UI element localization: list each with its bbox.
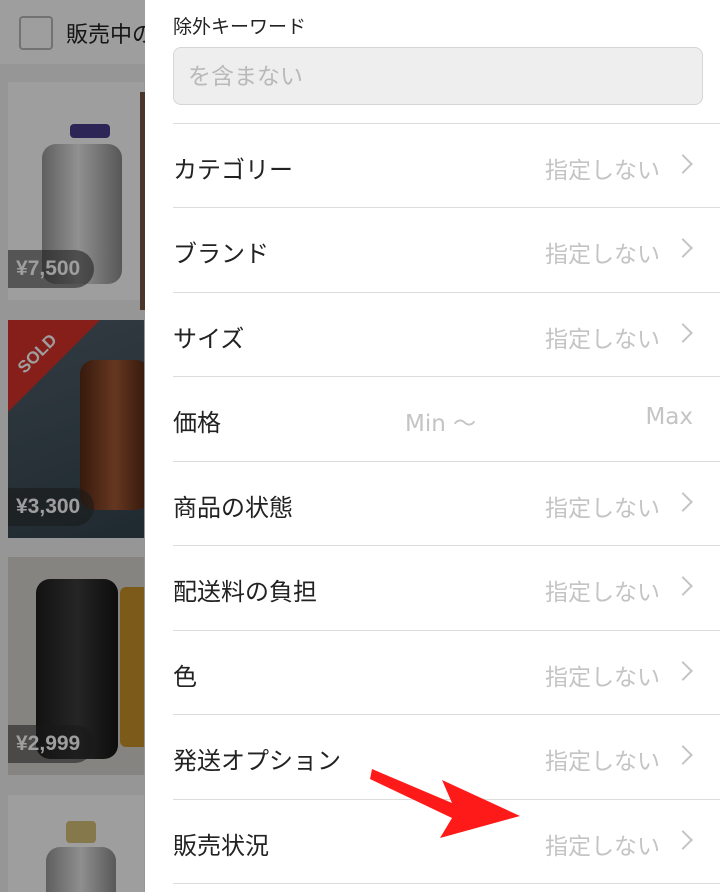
filter-row-label: 配送料の負担 bbox=[173, 578, 317, 606]
filter-row-label: 販売状況 bbox=[173, 832, 269, 860]
filter-row-label: カテゴリー bbox=[173, 156, 293, 184]
chevron-right-icon bbox=[673, 830, 693, 850]
exclude-keyword-input[interactable] bbox=[173, 47, 703, 105]
filter-row-label: サイズ bbox=[173, 325, 245, 353]
chevron-right-icon bbox=[673, 492, 693, 512]
chevron-right-icon bbox=[673, 661, 693, 681]
exclude-keyword-label: 除外キーワード bbox=[173, 16, 307, 38]
filter-row-value: 指定しない bbox=[545, 242, 660, 268]
filter-row-condition[interactable]: 商品の状態 指定しない bbox=[173, 461, 720, 545]
chevron-right-icon bbox=[673, 238, 693, 258]
filter-row-label: 色 bbox=[173, 663, 197, 691]
filter-row-label: 発送オプション bbox=[173, 747, 341, 775]
filter-row-value: 指定しない bbox=[545, 749, 660, 775]
filter-row-value: 指定しない bbox=[545, 834, 660, 860]
filter-panel: 除外キーワード カテゴリー 指定しない ブランド 指定しない サイズ 指定しない… bbox=[145, 0, 720, 892]
filter-row-brand[interactable]: ブランド 指定しない bbox=[173, 207, 720, 291]
filter-row-shipping-fee[interactable]: 配送料の負担 指定しない bbox=[173, 545, 720, 629]
filter-row-value: 指定しない bbox=[545, 158, 660, 184]
filter-row-shipping-option[interactable]: 発送オプション 指定しない bbox=[173, 714, 720, 798]
filter-row-label: 価格 bbox=[173, 409, 221, 437]
chevron-right-icon bbox=[673, 745, 693, 765]
filter-row-value: 指定しない bbox=[545, 580, 660, 606]
filter-row-divider bbox=[173, 883, 720, 892]
filter-row-sales-status[interactable]: 販売状況 指定しない bbox=[173, 799, 720, 883]
filter-row-label: ブランド bbox=[173, 240, 269, 268]
price-max-input[interactable]: Max bbox=[645, 404, 693, 430]
filter-row-category[interactable]: カテゴリー 指定しない bbox=[173, 123, 720, 207]
filter-row-value: 指定しない bbox=[545, 665, 660, 691]
filter-row-price: 価格 Min 〜 Max bbox=[173, 376, 720, 460]
filter-row-value: 指定しない bbox=[545, 327, 660, 353]
filter-row-color[interactable]: 色 指定しない bbox=[173, 630, 720, 714]
filter-row-size[interactable]: サイズ 指定しない bbox=[173, 292, 720, 376]
chevron-right-icon bbox=[673, 323, 693, 343]
price-min-input[interactable]: Min 〜 bbox=[405, 404, 476, 438]
chevron-right-icon bbox=[673, 154, 693, 174]
chevron-right-icon bbox=[673, 576, 693, 596]
filter-row-value: 指定しない bbox=[545, 496, 660, 522]
filter-row-label: 商品の状態 bbox=[173, 494, 293, 522]
